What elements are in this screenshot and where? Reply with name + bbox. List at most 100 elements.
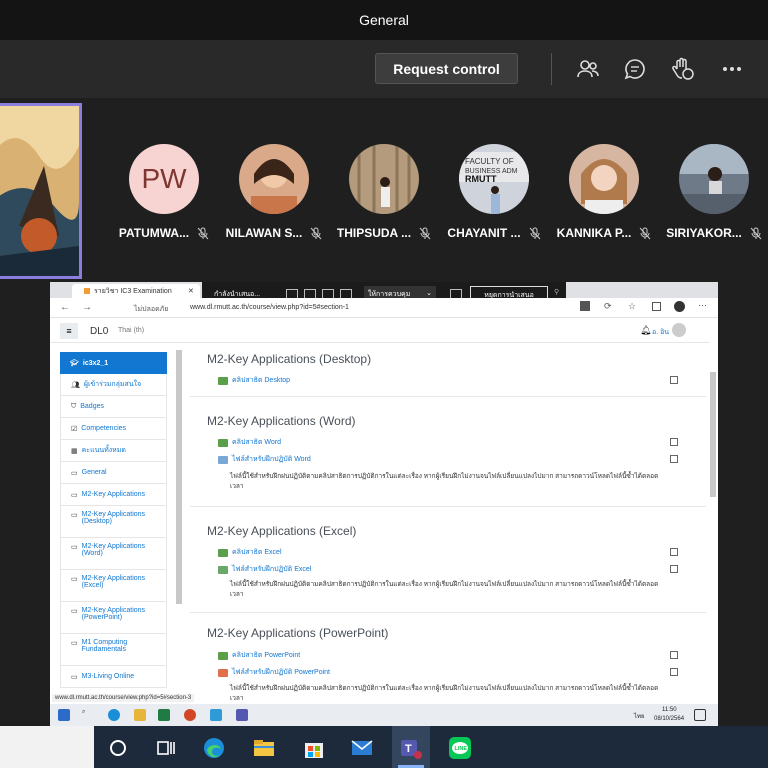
completion-checkbox[interactable] xyxy=(670,668,678,676)
participant-name: KANNIKA P... xyxy=(556,226,632,240)
file-explorer-icon[interactable] xyxy=(252,736,276,760)
participant-name: NILAWAN S... xyxy=(225,226,303,240)
sidebar-item-section[interactable]: ▭ M2-Key Applications (Desktop) xyxy=(60,506,167,538)
activity-link[interactable]: คลิปสาธิต Excel xyxy=(218,547,282,558)
store-icon[interactable] xyxy=(302,736,326,760)
meeting-title-bar: General xyxy=(0,0,768,40)
completion-checkbox[interactable] xyxy=(670,565,678,573)
extensions-icon[interactable] xyxy=(580,301,590,311)
sidebar-item-section[interactable]: ▭ M1 Computing Fundamentals xyxy=(60,634,167,666)
activity-link[interactable]: ไฟล์สำหรับฝึกปฏิบัติ Word xyxy=(218,454,311,465)
pin-icon[interactable]: ⚲ xyxy=(554,288,559,296)
participant-name: CHAYANIT ... xyxy=(447,226,521,240)
sidebar-item-label: M2-Key Applications (Excel) xyxy=(81,575,146,589)
profile-icon[interactable] xyxy=(674,301,685,312)
address-text[interactable]: www.dl.rmutt.ac.th/course/view.php?id=5#… xyxy=(190,304,349,311)
excel-icon[interactable] xyxy=(158,709,170,721)
chat-icon[interactable] xyxy=(622,56,648,82)
notification-icon[interactable]: 🔔︎ xyxy=(640,325,651,336)
mail-icon[interactable] xyxy=(350,736,374,760)
avatar[interactable] xyxy=(672,323,686,337)
task-view-icon[interactable] xyxy=(154,736,178,760)
raise-hand-icon[interactable] xyxy=(670,56,696,82)
video-icon xyxy=(218,548,228,557)
activity-label: คลิปสาธิต Word xyxy=(232,439,281,446)
section-title: M2-Key Applications (Word) xyxy=(207,414,356,428)
windows-start-icon[interactable] xyxy=(58,709,70,721)
search-icon[interactable]: ⌕ xyxy=(82,709,94,721)
mic-muted-icon xyxy=(529,227,540,239)
address-bar[interactable]: ← → ไม่ปลอดภัย www.dl.rmutt.ac.th/course… xyxy=(50,298,718,318)
activity-link[interactable]: คลิปสาธิต Word xyxy=(218,437,281,448)
mic-muted-icon xyxy=(750,227,762,239)
more-icon[interactable]: ⋯ xyxy=(698,300,707,311)
sidebar-item-section[interactable]: ▭ M3-Living Online xyxy=(60,666,167,688)
participant-tile[interactable]: SIRIYAKOR... xyxy=(659,144,768,240)
teams-icon[interactable]: T xyxy=(399,736,423,760)
site-name[interactable]: DL0 xyxy=(90,326,108,337)
document-icon xyxy=(218,455,228,464)
sidebar-item-participants[interactable]: 👥︎ ผู้เข้าร่วมกลุ่มสนใจ xyxy=(60,374,167,396)
course-content: M2-Key Applications (Desktop) คลิปสาธิต … xyxy=(190,344,706,704)
sidebar-item-badges[interactable]: ⛉ Badges xyxy=(60,396,167,418)
more-options-icon[interactable] xyxy=(719,56,745,82)
notification-center-icon[interactable] xyxy=(694,709,706,721)
video-icon xyxy=(218,376,228,385)
back-icon[interactable]: ← xyxy=(60,302,70,313)
sidebar-item-course[interactable]: 🎓︎ ic3x2_1 xyxy=(60,352,167,374)
completion-checkbox[interactable] xyxy=(670,455,678,463)
language-indicator[interactable]: ไทย xyxy=(634,711,645,721)
shared-screen[interactable]: รายวิชา IC3 Examination ✕ กำลังนำเสนอ...… xyxy=(50,282,718,726)
completion-checkbox[interactable] xyxy=(670,548,678,556)
cortana-icon[interactable] xyxy=(106,736,130,760)
participant-tile[interactable]: FACULTY OF BUSINESS ADM RMUTT CHAYANIT ... xyxy=(439,144,549,240)
self-video-tile[interactable] xyxy=(0,103,82,279)
participant-tile[interactable]: NILAWAN S... xyxy=(219,144,329,240)
forward-icon[interactable]: → xyxy=(82,302,92,313)
completion-checkbox[interactable] xyxy=(670,376,678,384)
edge-icon[interactable] xyxy=(202,736,226,760)
content-scrollbar[interactable] xyxy=(710,372,716,497)
participant-tile[interactable]: KANNIKA P... xyxy=(549,144,659,240)
menu-icon[interactable]: ≡ xyxy=(60,323,78,339)
activity-link[interactable]: คลิปสาธิต Desktop xyxy=(218,375,290,386)
avatar xyxy=(239,144,309,214)
sidebar-item-label: M2-Key Applications (Desktop) xyxy=(81,511,146,525)
people-icon[interactable] xyxy=(575,56,601,82)
activity-link[interactable]: คลิปสาธิต PowerPoint xyxy=(218,650,300,661)
folder-icon[interactable] xyxy=(134,709,146,721)
user-name[interactable]: อ. อิน xyxy=(652,327,669,338)
browser-tab[interactable]: รายวิชา IC3 Examination ✕ xyxy=(72,284,200,298)
refresh-icon[interactable]: ⟳ xyxy=(604,301,612,312)
language-menu[interactable]: Thai (th) xyxy=(118,327,144,334)
svg-text:T: T xyxy=(405,743,412,755)
request-control-button[interactable]: Request control xyxy=(375,53,518,84)
activity-link[interactable]: ไฟล์สำหรับฝึกปฏิบัติ Excel xyxy=(218,564,311,575)
participant-tile[interactable]: PW PATUMWA... xyxy=(109,144,219,240)
sidebar-item-section[interactable]: ▭ M2-Key Applications (Excel) xyxy=(60,570,167,602)
sidebar-item-section[interactable]: ▭ M2-Key Applications (Word) xyxy=(60,538,167,570)
presentation-icon xyxy=(218,668,228,677)
line-icon[interactable]: LINE xyxy=(448,736,472,760)
edge-icon[interactable] xyxy=(108,709,120,721)
activity-link[interactable]: ไฟล์สำหรับฝึกปฏิบัติ PowerPoint xyxy=(218,667,330,678)
completion-checkbox[interactable] xyxy=(670,651,678,659)
app-icon[interactable] xyxy=(210,709,222,721)
completion-checkbox[interactable] xyxy=(670,438,678,446)
close-icon[interactable]: ✕ xyxy=(188,287,194,295)
favorites-icon[interactable]: ☆ xyxy=(628,301,636,312)
sidebar-item-section[interactable]: ▭ M2-Key Applications (PowerPoint) xyxy=(60,602,167,634)
folder-icon: ▭ xyxy=(71,512,78,519)
powerpoint-icon[interactable] xyxy=(184,709,196,721)
participant-tile[interactable]: THIPSUDA ... xyxy=(329,144,439,240)
avatar-initials: PW xyxy=(141,163,187,194)
participant-name: THIPSUDA ... xyxy=(336,226,412,240)
sidebar-item-grades[interactable]: ▦ คะแนนทั้งหมด xyxy=(60,440,167,462)
sidebar-item-general[interactable]: ▭ General xyxy=(60,462,167,484)
sidebar-item-competencies[interactable]: ☑ Competencies xyxy=(60,418,167,440)
sidebar-scrollbar[interactable] xyxy=(176,350,182,604)
sidebar-item-label: ผู้เข้าร่วมกลุ่มสนใจ xyxy=(83,381,142,388)
teams-icon[interactable] xyxy=(236,709,248,721)
sidebar-item-section[interactable]: ▭ M2-Key Applications xyxy=(60,484,167,506)
collections-icon[interactable] xyxy=(652,302,661,311)
